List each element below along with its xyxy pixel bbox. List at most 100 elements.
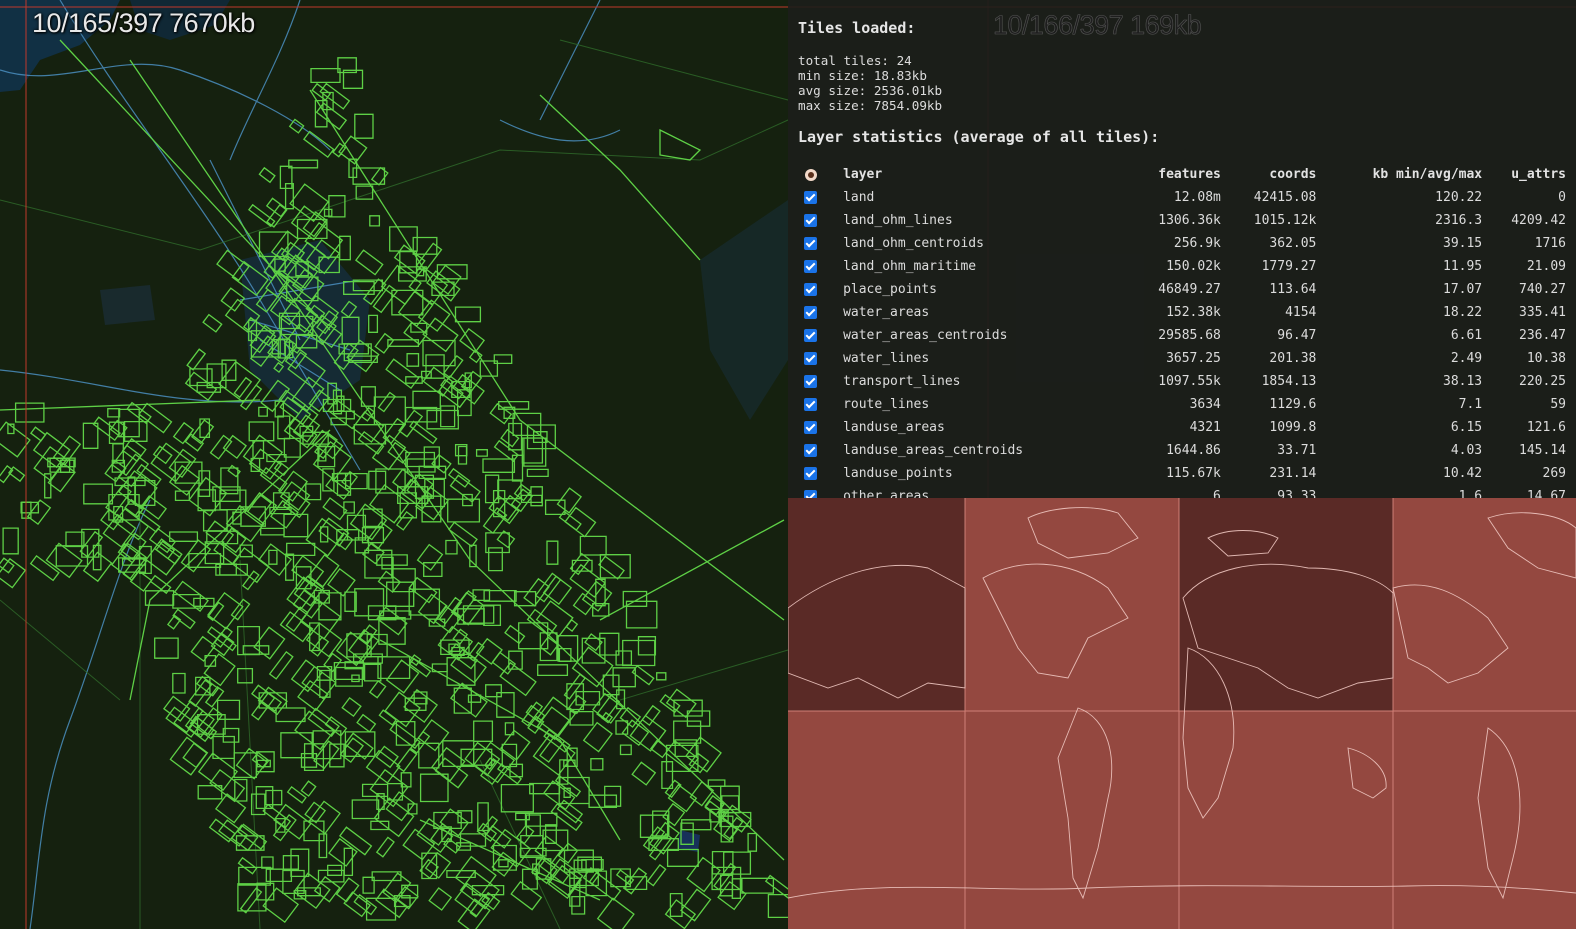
layer-visibility-checkbox[interactable] — [804, 421, 818, 434]
layer-visibility-checkbox[interactable] — [804, 306, 818, 319]
layer-features: 256.9k — [1173, 236, 1221, 251]
column-layer: layer — [843, 167, 883, 182]
layer-features: 6 — [1213, 489, 1221, 498]
layer-visibility-checkbox[interactable] — [804, 375, 818, 388]
total-tiles: total tiles: 24 — [798, 53, 912, 68]
layer-name: land_ohm_maritime — [843, 259, 977, 274]
layer-statistics-title: Layer statistics (average of all tiles): — [798, 128, 1160, 146]
layer-name: landuse_areas_centroids — [843, 443, 1024, 458]
layer-kb: 120.22 — [1435, 190, 1483, 205]
layer-row: route_lines 3634 1129.6 7.1 59 — [798, 393, 1566, 416]
layer-features: 1306.36k — [1158, 213, 1221, 228]
layer-name: transport_lines — [843, 374, 961, 389]
layer-visibility-checkbox[interactable] — [804, 237, 818, 250]
layer-kb: 1.6 — [1458, 489, 1483, 498]
column-kb: kb min/avg/max — [1372, 167, 1483, 182]
layer-coords: 1099.8 — [1269, 420, 1317, 435]
layer-features: 3634 — [1189, 397, 1221, 412]
layer-kb: 11.95 — [1443, 259, 1483, 274]
layer-checkbox-cell — [798, 255, 823, 278]
layer-kb: 18.22 — [1443, 305, 1483, 320]
layer-features: 150.02k — [1166, 259, 1221, 274]
layer-row: landuse_areas_centroids 1644.86 33.71 4.03 1… — [798, 439, 1566, 462]
column-features: features — [1158, 167, 1221, 182]
layer-checkbox-cell — [798, 370, 823, 393]
layer-u-attrs: 1716 — [1534, 236, 1566, 251]
layer-row: land 12.08m 42415.08 120.22 0 — [798, 186, 1566, 209]
layer-visibility-checkbox[interactable] — [804, 260, 818, 273]
layer-kb: 38.13 — [1443, 374, 1483, 389]
layer-coords: 231.14 — [1269, 466, 1317, 481]
layer-coords: 1854.13 — [1261, 374, 1317, 389]
layer-u-attrs: 145.14 — [1519, 443, 1566, 458]
layer-row: land_ohm_maritime 150.02k 1779.27 11.95 21.0… — [798, 255, 1566, 278]
column-u-attrs: u_attrs — [1511, 167, 1566, 182]
tiles-loaded-title: Tiles loaded: — [798, 19, 916, 37]
max-size: max size: 7854.09kb — [798, 98, 943, 113]
min-size: min size: 18.83kb — [798, 68, 927, 83]
layer-coords: 4154 — [1285, 305, 1317, 320]
layer-kb: 17.07 — [1443, 282, 1483, 297]
layer-name: place_points — [843, 282, 937, 297]
layer-visibility-checkbox[interactable] — [804, 467, 818, 480]
layer-name: other_areas — [843, 489, 930, 498]
layer-row: land_ohm_centroids 256.9k 362.05 39.15 1716 — [798, 232, 1566, 255]
layer-name: land_ohm_centroids — [843, 236, 984, 251]
table-header-row: layer features coords kb min/avg/max u_a… — [798, 163, 1566, 186]
layer-features: 46849.27 — [1158, 282, 1221, 297]
layer-kb: 7.1 — [1458, 397, 1483, 412]
eye-icon[interactable] — [804, 168, 817, 181]
layer-coords: 201.38 — [1269, 351, 1317, 366]
layer-checkbox-cell — [798, 439, 823, 462]
layer-features: 152.38k — [1166, 305, 1221, 320]
layer-visibility-checkbox[interactable] — [804, 490, 818, 498]
layer-coords: 42415.08 — [1253, 190, 1317, 205]
layer-coords: 1015.12k — [1253, 213, 1317, 228]
world-overview-map[interactable] — [788, 498, 1576, 929]
layer-u-attrs: 59 — [1550, 397, 1566, 412]
toggle-all-visibility[interactable] — [798, 163, 823, 186]
layer-coords: 96.47 — [1277, 328, 1317, 343]
world-tile-highlight — [788, 498, 965, 711]
layer-checkbox-cell — [798, 462, 823, 485]
tile-label-right: 10/166/397 169kb — [993, 10, 1202, 41]
layer-visibility-checkbox[interactable] — [804, 398, 818, 411]
layer-kb: 4.03 — [1450, 443, 1483, 458]
layer-visibility-checkbox[interactable] — [804, 352, 818, 365]
layer-checkbox-cell — [798, 232, 823, 255]
layer-u-attrs: 10.38 — [1526, 351, 1566, 366]
layer-name: land — [843, 190, 875, 205]
tile-summary: total tiles: 24 min size: 18.83kb avg si… — [798, 53, 942, 113]
layer-coords: 362.05 — [1269, 236, 1317, 251]
layer-coords: 1129.6 — [1269, 397, 1317, 412]
layer-kb: 39.15 — [1443, 236, 1483, 251]
layer-kb: 2.49 — [1450, 351, 1483, 366]
layer-row: landuse_areas 4321 1099.8 6.15 121.6 — [798, 416, 1566, 439]
layer-name: water_areas — [843, 305, 930, 320]
layer-row: water_areas 152.38k 4154 18.22 335.41 — [798, 301, 1566, 324]
layer-u-attrs: 740.27 — [1519, 282, 1566, 297]
layer-u-attrs: 21.09 — [1526, 259, 1566, 274]
layer-row: landuse_points 115.67k 231.14 10.42 269 — [798, 462, 1566, 485]
layer-checkbox-cell — [798, 186, 823, 209]
layer-checkbox-cell — [798, 416, 823, 439]
layer-features: 1644.86 — [1166, 443, 1221, 458]
tile-stats-panel[interactable]: Tiles loaded: total tiles: 24 min size: … — [788, 0, 1576, 498]
layer-visibility-checkbox[interactable] — [804, 444, 818, 457]
layer-u-attrs: 269 — [1542, 466, 1566, 481]
layer-kb: 2316.3 — [1435, 213, 1483, 228]
layer-u-attrs: 14.67 — [1526, 489, 1566, 498]
layer-kb: 6.15 — [1450, 420, 1483, 435]
layer-visibility-checkbox[interactable] — [804, 214, 818, 227]
layer-visibility-checkbox[interactable] — [804, 191, 818, 204]
layer-row: land_ohm_lines 1306.36k 1015.12k 2316.3 4209… — [798, 209, 1566, 232]
layer-u-attrs: 121.6 — [1526, 420, 1566, 435]
layer-u-attrs: 220.25 — [1519, 374, 1566, 389]
layer-visibility-checkbox[interactable] — [804, 283, 818, 296]
layer-visibility-checkbox[interactable] — [804, 329, 818, 342]
layer-features: 4321 — [1189, 420, 1221, 435]
layer-checkbox-cell — [798, 324, 823, 347]
layer-coords: 33.71 — [1277, 443, 1317, 458]
layer-features: 3657.25 — [1166, 351, 1221, 366]
tile-label-left: 10/165/397 7670kb — [32, 8, 255, 38]
